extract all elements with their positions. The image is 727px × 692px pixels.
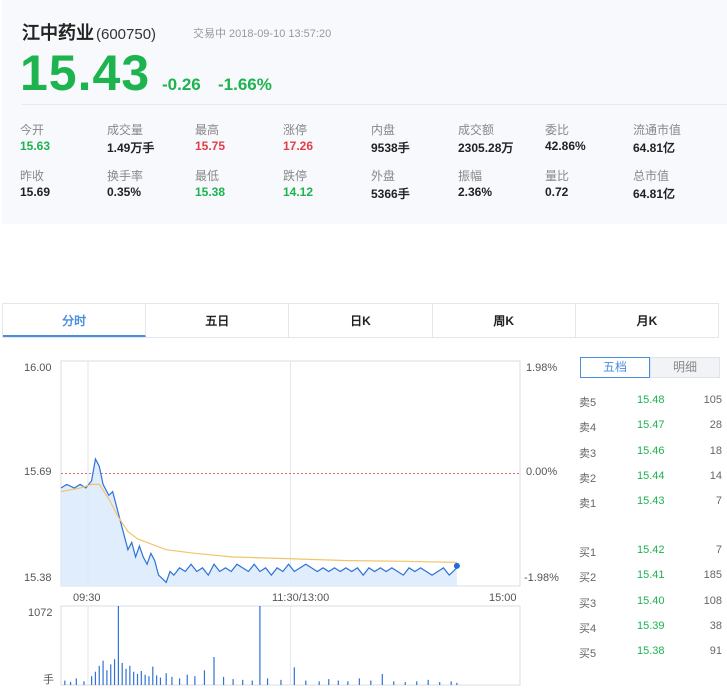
- bid-vol: 185: [703, 569, 722, 582]
- ask-vol: 28: [709, 419, 722, 432]
- bid-vol: 91: [709, 645, 722, 658]
- bid-vol: 7: [715, 544, 722, 556]
- bid-name: 买2: [579, 572, 597, 585]
- bid-name: 买3: [579, 597, 597, 610]
- ask-row: 卖3 15.46 18: [579, 445, 722, 461]
- tab-trade-details[interactable]: 明细: [650, 357, 720, 378]
- ask-row: 卖1 15.43 7: [579, 495, 722, 511]
- ask-price: 15.43: [637, 495, 665, 508]
- ask-name: 卖2: [579, 472, 597, 485]
- bid-price: 15.41: [637, 569, 665, 582]
- tab-five-levels[interactable]: 五档: [580, 357, 650, 378]
- ask-name: 卖3: [579, 447, 597, 460]
- ask-price: 15.48: [637, 394, 665, 406]
- bid-price: 15.40: [637, 594, 665, 607]
- bid-row: 买3 15.40 108: [579, 595, 722, 611]
- bid-price: 15.42: [637, 544, 665, 556]
- bid-name: 买1: [579, 547, 597, 559]
- bid-vol: 108: [703, 594, 722, 607]
- bid-row: 买1 15.42 7: [579, 544, 722, 560]
- ask-price: 15.46: [637, 444, 665, 457]
- bid-name: 买5: [579, 648, 597, 661]
- bid-name: 买4: [579, 622, 597, 635]
- orderbook-tabs: 五档 明细: [580, 357, 720, 378]
- bid-vol: 38: [709, 619, 722, 632]
- ask-vol: 7: [715, 495, 722, 508]
- ask-vol: 18: [709, 444, 722, 457]
- bid-row: 买5 15.38 91: [579, 645, 722, 661]
- ask-name: 卖1: [579, 498, 597, 511]
- bid-row: 买4 15.39 38: [579, 620, 722, 636]
- ask-row: 卖5 15.48 105: [579, 394, 722, 410]
- bid-row: 买2 15.41 185: [579, 569, 722, 585]
- ask-row: 卖4 15.47 28: [579, 419, 722, 435]
- ask-vol: 14: [709, 469, 722, 482]
- ask-price: 15.47: [637, 419, 665, 432]
- ask-row: 卖2 15.44 14: [579, 470, 722, 486]
- ask-price: 15.44: [637, 469, 665, 482]
- intraday-chart: [60, 360, 521, 686]
- bid-price: 15.38: [637, 645, 665, 658]
- ask-name: 卖5: [579, 397, 597, 409]
- ask-vol: 105: [703, 394, 722, 406]
- ask-name: 卖4: [579, 422, 597, 435]
- bid-price: 15.39: [637, 619, 665, 632]
- current-price-dot: [453, 562, 460, 569]
